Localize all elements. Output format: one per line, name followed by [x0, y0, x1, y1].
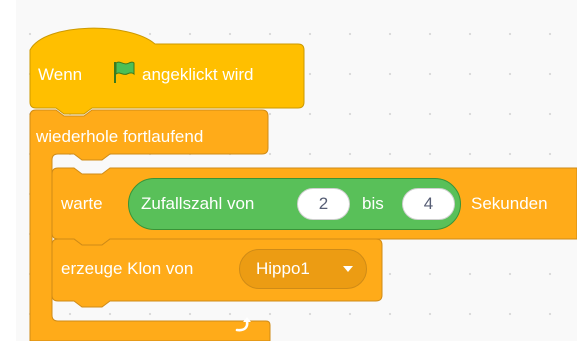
create-clone-label: erzeuge Klon von — [61, 259, 194, 278]
hat-label-suffix: angeklickt wird — [142, 65, 254, 84]
random-label: Zufallszahl von — [141, 194, 255, 213]
forever-label: wiederhole fortlaufend — [36, 127, 204, 146]
random-between-label: bis — [362, 194, 384, 213]
clone-target-value: Hippo1 — [256, 259, 310, 278]
block-shapes — [29, 27, 577, 341]
green-flag-icon — [114, 61, 135, 83]
wait-label: warte — [61, 194, 103, 213]
seconds-label: Sekunden — [471, 194, 548, 213]
loop-arrow-icon — [235, 317, 251, 332]
random-from-input[interactable]: 2 — [297, 188, 350, 220]
caret-down-icon — [343, 266, 353, 272]
hat-label-wenn: Wenn — [38, 65, 83, 84]
random-to-input[interactable]: 4 — [402, 188, 455, 220]
code-area[interactable]: Wenn angeklickt wird wiederhole fortlauf… — [0, 0, 577, 341]
